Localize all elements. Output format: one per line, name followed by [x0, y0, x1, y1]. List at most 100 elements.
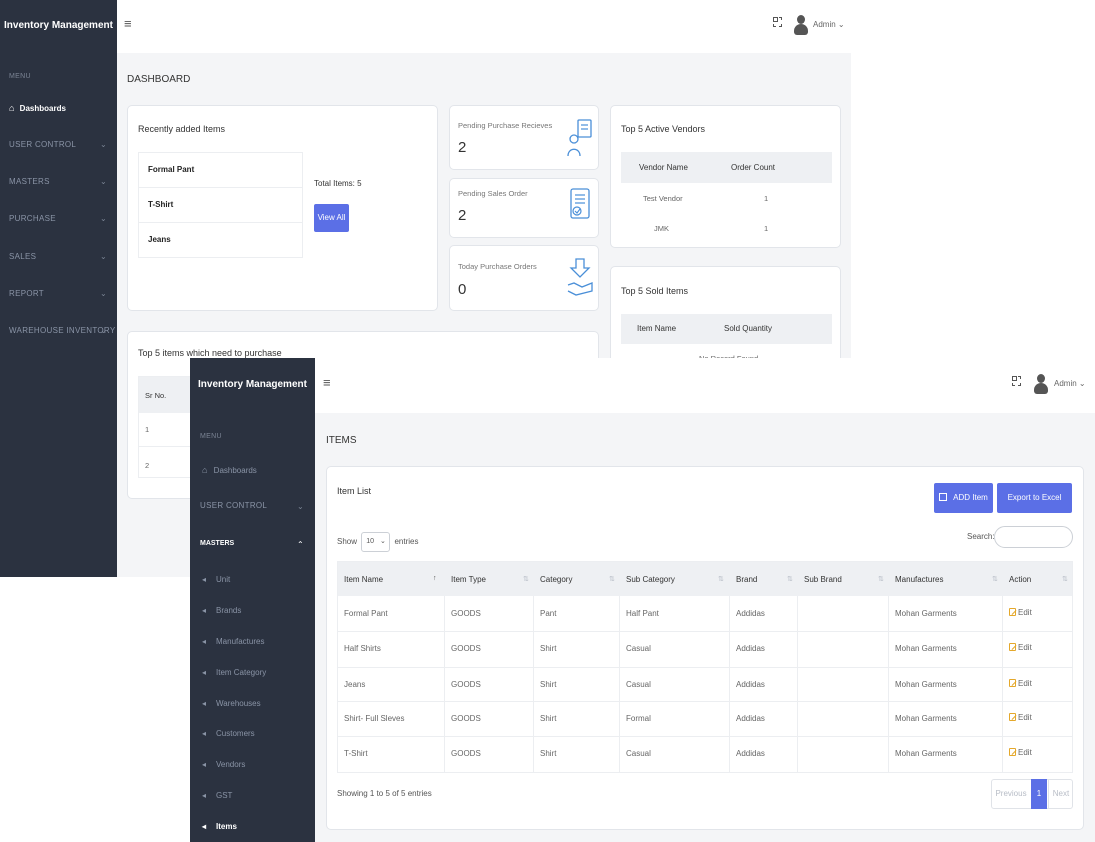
sidebar-item-manufactures[interactable]: ◂ Manufactures: [202, 637, 264, 646]
sort-icon[interactable]: ⇅: [878, 575, 884, 583]
list-item: Jeans: [148, 235, 171, 244]
column-header[interactable]: Brand: [736, 575, 757, 584]
user-avatar-icon[interactable]: [1034, 374, 1048, 394]
page-size-select[interactable]: 10 ⌄: [361, 532, 391, 552]
top-vendors-card: Top 5 Active Vendors Vendor Name Order C…: [610, 105, 841, 248]
total-label: Total Items:: [314, 179, 355, 188]
table-cell: Test Vendor: [643, 194, 683, 203]
sidebar-item-warehouses[interactable]: ◂ Warehouses: [202, 699, 261, 708]
column-header[interactable]: Sub Category: [626, 575, 675, 584]
edit-link[interactable]: Edit: [1009, 679, 1032, 688]
chevron-down-icon: ⌄: [100, 177, 107, 186]
view-all-button[interactable]: View All: [314, 204, 349, 232]
sidebar-item-label: Manufactures: [216, 637, 265, 646]
card-title: Top 5 items which need to purchase: [138, 348, 282, 358]
table-cell: Mohan Garments: [895, 609, 957, 618]
table-cell: Half Shirts: [344, 644, 381, 653]
column-header[interactable]: Category: [540, 575, 572, 584]
sidebar-item-brands[interactable]: ◂ Brands: [202, 606, 241, 615]
column-header[interactable]: Sub Brand: [804, 575, 842, 584]
edit-label: Edit: [1018, 679, 1032, 688]
table-cell: GOODS: [451, 644, 481, 653]
next-button[interactable]: Next: [1048, 780, 1073, 808]
menu-toggle-icon[interactable]: ≡: [323, 375, 331, 390]
sidebar-item-masters[interactable]: MASTERS: [200, 540, 234, 547]
user-avatar-icon[interactable]: [794, 15, 808, 35]
edit-link[interactable]: Edit: [1009, 608, 1032, 617]
sales-order-icon: [570, 188, 590, 219]
arrow-icon: ◂: [202, 760, 207, 769]
menu-label: MENU: [200, 433, 222, 440]
previous-button[interactable]: Previous: [992, 780, 1030, 808]
menu-toggle-icon[interactable]: ≡: [124, 16, 132, 31]
table-cell: Half Pant: [626, 609, 659, 618]
sort-icon[interactable]: ⇅: [1062, 575, 1068, 583]
sort-asc-icon[interactable]: ↑: [433, 575, 437, 582]
sidebar-item-user-control[interactable]: USER CONTROL: [200, 501, 267, 510]
search-label: Search:: [967, 532, 995, 541]
edit-icon: [1009, 679, 1016, 687]
sidebar-item-label: Unit: [216, 575, 231, 584]
edit-link[interactable]: Edit: [1009, 748, 1032, 757]
fullscreen-icon[interactable]: [773, 17, 782, 27]
stat-card-pending-purchase: Pending Purchase Recieves 2: [449, 105, 599, 170]
sidebar-item-dashboards[interactable]: ⌂ Dashboards: [9, 103, 66, 113]
sidebar-item-purchase[interactable]: PURCHASE: [9, 214, 56, 223]
items-main: ITEMS Item List ADD Item Export to Excel…: [315, 413, 1095, 842]
sort-icon[interactable]: ⇅: [787, 575, 793, 583]
need-purchase-table: Sr No. 1 2: [127, 358, 193, 499]
sidebar-item-label: Brands: [216, 606, 242, 615]
sidebar-item-item-category[interactable]: ◂ Item Category: [202, 668, 266, 677]
edit-link[interactable]: Edit: [1009, 643, 1032, 652]
table-cell: Jeans: [344, 680, 366, 689]
user-menu[interactable]: Admin ⌄: [813, 20, 845, 29]
sidebar-item-items[interactable]: ◂ Items: [202, 822, 237, 831]
sidebar-item-user-control[interactable]: USER CONTROL: [9, 140, 76, 149]
table-cell: Casual: [626, 749, 651, 758]
arrow-icon: ◂: [202, 729, 207, 738]
total-items: Total Items: 5: [314, 179, 362, 188]
fullscreen-icon[interactable]: [1012, 376, 1021, 386]
table-cell: JMK: [654, 224, 669, 233]
sidebar-item-unit[interactable]: ◂ Unit: [202, 575, 230, 584]
table-cell: Shirt: [540, 749, 557, 758]
chevron-down-icon: ⌄: [100, 289, 107, 298]
page-1-button[interactable]: 1: [1031, 779, 1047, 809]
edit-label: Edit: [1018, 748, 1032, 757]
sidebar-item-sales[interactable]: SALES: [9, 252, 36, 261]
sidebar-item-report[interactable]: REPORT: [9, 289, 44, 298]
card-title: Top 5 Sold Items: [621, 286, 689, 296]
page-size-control: Show 10 ⌄ entries: [337, 532, 419, 552]
sidebar-item-vendors[interactable]: ◂ Vendors: [202, 760, 245, 769]
sort-icon[interactable]: ⇅: [718, 575, 724, 583]
recent-items-list: Formal Pant T-Shirt Jeans: [138, 152, 303, 258]
showing-entries: Showing 1 to 5 of 5 entries: [337, 789, 432, 798]
column-header[interactable]: Action: [1009, 575, 1031, 584]
sidebar-item-label: GST: [216, 791, 233, 800]
column-header[interactable]: Manufactures: [895, 575, 943, 584]
add-item-button[interactable]: ADD Item: [934, 483, 993, 513]
sort-icon[interactable]: ⇅: [523, 575, 529, 583]
column-header[interactable]: Item Type: [451, 575, 486, 584]
user-name: Admin: [1054, 379, 1077, 388]
sidebar-item-gst[interactable]: ◂ GST: [202, 791, 232, 800]
user-menu[interactable]: Admin ⌄: [1054, 379, 1086, 388]
column-header[interactable]: Item Name: [344, 575, 383, 584]
table-cell: Shirt: [540, 680, 557, 689]
search-input[interactable]: [994, 526, 1073, 548]
sort-icon[interactable]: ⇅: [609, 575, 615, 583]
entries-label: entries: [394, 537, 419, 547]
arrow-icon: ◂: [202, 791, 207, 800]
table-cell: Formal Pant: [344, 609, 388, 618]
table-cell: Shirt: [540, 714, 557, 723]
sort-icon[interactable]: ⇅: [992, 575, 998, 583]
table-cell: GOODS: [451, 749, 481, 758]
sidebar-item-dashboards[interactable]: ⌂ Dashboards: [202, 465, 257, 475]
export-excel-button[interactable]: Export to Excel: [997, 483, 1072, 513]
table-cell: GOODS: [451, 609, 481, 618]
sidebar-item-customers[interactable]: ◂ Customers: [202, 729, 255, 738]
edit-link[interactable]: Edit: [1009, 713, 1032, 722]
items-table: Item Name ↑ Item Type ⇅ Category ⇅ Sub C…: [337, 561, 1073, 773]
table-cell: 1: [764, 224, 769, 233]
sidebar-item-masters[interactable]: MASTERS: [9, 177, 50, 186]
